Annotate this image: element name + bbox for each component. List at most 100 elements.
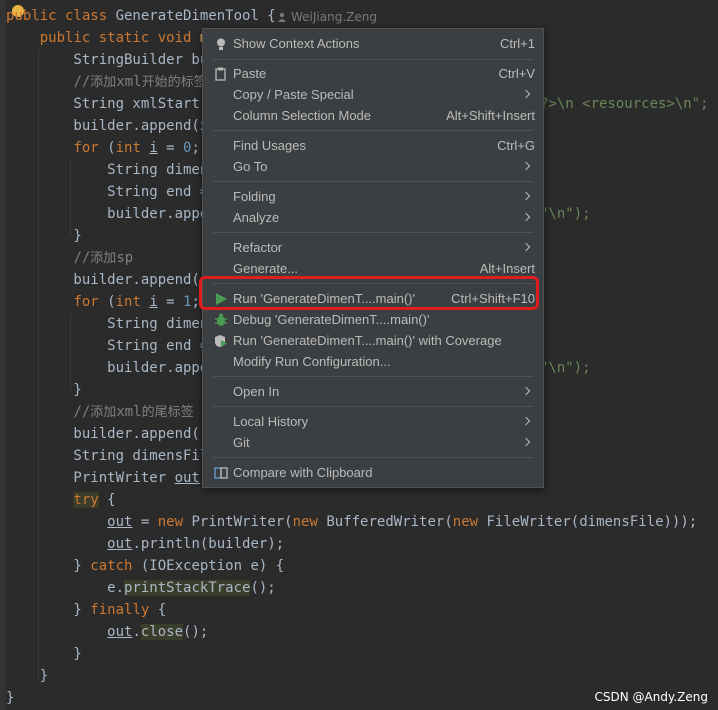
menu-item-shortcut: Alt+Insert: [479, 261, 535, 276]
menu-item-label: Paste: [233, 66, 267, 81]
menu-item-label: Copy / Paste Special: [233, 87, 354, 102]
run-play-icon: [216, 293, 227, 305]
code-line: String dimenN: [6, 316, 217, 332]
menu-item-label: Compare with Clipboard: [233, 465, 373, 480]
code-line: StringBuilder bui: [6, 52, 217, 68]
menu-item-label: Analyze: [233, 210, 280, 225]
code-line: }: [6, 646, 82, 662]
code-line: String dimensFile: [6, 448, 217, 464]
menu-item-label: Open In: [233, 384, 280, 399]
code-line: for (int i = 1; i: [73, 294, 216, 310]
author-hint: WeiJiang.Zeng: [277, 7, 377, 27]
submenu-arrow-icon: [521, 212, 531, 222]
menu-item-go-to[interactable]: Go To: [203, 156, 543, 177]
clipboard-icon: [215, 67, 226, 81]
menu-item-show-context-actions[interactable]: Show Context Actions Ctrl+1: [203, 33, 543, 54]
submenu-arrow-icon: [521, 437, 531, 447]
menu-item-label: Show Context Actions: [233, 36, 360, 51]
code-line: //添加sp: [73, 250, 134, 266]
submenu-arrow-icon: [521, 161, 531, 171]
code-line: String dimenN: [6, 162, 217, 178]
menu-item-local-history[interactable]: Local History: [203, 411, 543, 432]
code-line: }: [6, 228, 82, 244]
menu-item-copy-paste-special[interactable]: Copy / Paste Special: [203, 84, 543, 105]
code-fragment: "\n");: [540, 360, 591, 376]
code-line: e.printStackTrace();: [6, 580, 276, 596]
menu-item-analyze[interactable]: Analyze: [203, 207, 543, 228]
code-line: String end =: [6, 184, 209, 200]
menu-item-shortcut: Ctrl+Shift+F10: [451, 291, 535, 306]
compare-icon: [214, 467, 228, 479]
code-line: out.close();: [107, 624, 209, 640]
person-icon: [278, 12, 286, 22]
debug-bug-icon: [215, 313, 227, 326]
menu-separator: [213, 181, 533, 182]
code-line: public static void ma: [39, 30, 217, 46]
menu-item-label: Debug 'GenerateDimenT....main()': [233, 312, 430, 327]
menu-item-label: Run 'GenerateDimenT....main()' with Cove…: [233, 333, 502, 348]
code-line: builder.append(xm: [6, 118, 217, 134]
code-line: builder.append("<: [6, 426, 216, 442]
menu-item-label: Go To: [233, 159, 268, 174]
author-name: WeiJiang.Zeng: [291, 10, 377, 24]
menu-item-label: Column Selection Mode: [233, 108, 372, 123]
menu-item-label: Local History: [233, 414, 309, 429]
code-line: builder.appen: [6, 360, 217, 376]
menu-separator: [213, 130, 533, 131]
submenu-arrow-icon: [521, 89, 531, 99]
code-line: //添加xml开始的标签: [73, 74, 207, 90]
menu-separator: [213, 457, 533, 458]
code-line: public class GenerateDimenTool {: [6, 8, 276, 24]
menu-item-shortcut: Ctrl+G: [497, 138, 535, 153]
menu-item-modify-run-configuration[interactable]: Modify Run Configuration...: [203, 351, 543, 372]
menu-item-run-with-coverage[interactable]: Run 'GenerateDimenT....main()' with Cove…: [203, 330, 543, 351]
menu-item-label: Generate...: [233, 261, 299, 276]
menu-item-run[interactable]: Run 'GenerateDimenT....main()' Ctrl+Shif…: [203, 288, 543, 309]
menu-separator: [213, 59, 533, 60]
context-menu: Show Context Actions Ctrl+1 Paste Ctrl+V…: [202, 28, 544, 488]
code-line: }: [6, 382, 82, 398]
code-line: out.println(builder);: [107, 536, 285, 552]
menu-item-open-in[interactable]: Open In: [203, 381, 543, 402]
code-line: builder.appen: [6, 206, 217, 222]
menu-separator: [213, 283, 533, 284]
code-fragment: ?>\n <resources>\n";: [540, 96, 709, 112]
menu-item-label: Modify Run Configuration...: [233, 354, 391, 369]
menu-item-refactor[interactable]: Refactor: [203, 237, 543, 258]
menu-item-paste[interactable]: Paste Ctrl+V: [203, 63, 543, 84]
submenu-arrow-icon: [521, 416, 531, 426]
menu-item-shortcut: Ctrl+1: [499, 36, 535, 51]
code-line: PrintWriter out =: [6, 470, 216, 486]
menu-item-generate[interactable]: Generate... Alt+Insert: [203, 258, 543, 279]
code-line: builder.append(": [6, 272, 208, 288]
submenu-arrow-icon: [521, 242, 531, 252]
code-line: out = new PrintWriter(new BufferedWriter…: [107, 514, 698, 530]
code-fragment: "\n");: [540, 206, 591, 222]
menu-item-shortcut: Ctrl+V: [498, 66, 535, 81]
code-line: String end =: [6, 338, 209, 354]
menu-item-compare-with-clipboard[interactable]: Compare with Clipboard: [203, 462, 543, 483]
menu-item-label: Run 'GenerateDimenT....main()': [233, 291, 415, 306]
menu-separator: [213, 376, 533, 377]
menu-separator: [213, 232, 533, 233]
menu-item-label: Refactor: [233, 240, 283, 255]
code-line: String xmlStart =: [6, 96, 217, 112]
code-line: try {: [73, 492, 116, 508]
submenu-arrow-icon: [521, 386, 531, 396]
menu-item-git[interactable]: Git: [203, 432, 543, 453]
watermark: CSDN @Andy.Zeng: [594, 690, 709, 704]
code-line: //添加xml的尾标签: [73, 404, 194, 420]
menu-item-debug[interactable]: Debug 'GenerateDimenT....main()': [203, 309, 543, 330]
menu-item-folding[interactable]: Folding: [203, 186, 543, 207]
submenu-arrow-icon: [521, 191, 531, 201]
menu-separator: [213, 406, 533, 407]
code-line: } catch (IOException e) {: [6, 558, 285, 574]
code-line: for (int i = 0; i: [73, 140, 216, 156]
code-line: } finally {: [6, 602, 167, 618]
menu-item-column-selection-mode[interactable]: Column Selection Mode Alt+Shift+Insert: [203, 105, 543, 126]
coverage-shield-icon: [215, 335, 227, 347]
menu-item-label: Find Usages: [233, 138, 306, 153]
menu-item-find-usages[interactable]: Find Usages Ctrl+G: [203, 135, 543, 156]
lightbulb-icon: [217, 38, 225, 50]
code-line: }: [6, 668, 49, 684]
